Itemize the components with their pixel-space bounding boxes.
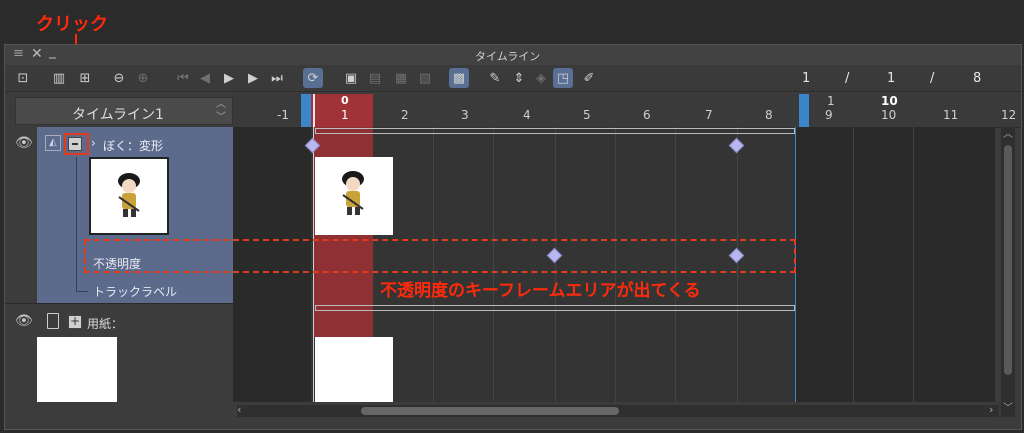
pen-icon[interactable]: ✐ [579,68,599,88]
timeline-toolbar: ⊡ ▥ ⊞ ⊖ ⊕ ⏮ ◀ ▶ ▶ ⏭ ⟳ ▣ ▤ ▦ ▧ ▩ ✎ ⇕ ◈ ◳ … [5,65,1021,92]
light-table-icon[interactable]: ◳ [553,68,573,88]
first-frame-icon[interactable]: ⏮ [173,68,193,88]
current-frame: 1 [802,71,811,86]
start-frame: 1 [887,71,896,86]
expand-button[interactable]: + [68,315,82,329]
keyframe-edit-icon[interactable]: ✎ [485,68,505,88]
vertical-scroll-thumb[interactable] [1004,145,1012,375]
end-frame: 8 [973,71,982,86]
panel-title: タイムライン [475,50,541,63]
paper-track-name: 用紙： [87,317,124,331]
timeline-selector-label: タイムライン1 [72,107,164,123]
last-frame-icon[interactable]: ⏭ [267,68,287,88]
panel-titlebar: ≡ ✕ _ タイムライン [5,43,1021,66]
close-icon[interactable]: ✕ [31,46,43,62]
vertical-scrollbar[interactable]: ︿ ﹀ [1001,127,1015,417]
paper-icon [47,313,59,329]
next-frame-icon[interactable]: ▶ [243,68,263,88]
cel-thumbnail[interactable] [89,157,169,235]
specify-cel-icon[interactable]: ▤ [365,68,385,88]
cel-delete-icon[interactable]: ▦ [391,68,411,88]
end-marker[interactable] [799,94,809,127]
horizontal-scroll-thumb[interactable] [361,407,619,415]
graph-icon[interactable]: ⊡ [13,68,33,88]
keyframe-type-icon[interactable]: ⇕ [509,68,529,88]
paper-frame[interactable] [315,337,393,402]
layer-type-icon: ◭ [45,135,61,151]
stepper-icon[interactable]: ︿ ﹀ [216,98,226,124]
start-marker[interactable] [301,94,311,127]
keyframe-add-icon[interactable]: ◈ [531,68,551,88]
paper-range-bar[interactable] [315,305,795,311]
paper-thumbnail[interactable] [37,337,117,402]
scroll-down-icon[interactable]: ﹀ [1003,399,1013,414]
scroll-up-icon[interactable]: ︿ [1003,125,1013,140]
opacity-row-highlight [84,239,796,273]
horizontal-scrollbar[interactable]: ‹ › [237,403,999,417]
prev-frame-icon[interactable]: ◀ [195,68,215,88]
panel-split-icon[interactable]: ▥ [49,68,69,88]
menu-icon[interactable]: ≡ [13,46,24,61]
eye-icon[interactable]: 👁 [15,135,33,151]
current-frame-marker: 0 [341,94,349,107]
zoom-out-icon[interactable]: ⊖ [109,68,129,88]
annotation-opacity-note: 不透明度のキーフレームエリアが出てくる [380,281,701,301]
character-thumbnail-icon [118,173,140,217]
onion-skin-icon[interactable]: ▩ [449,68,469,88]
new-cel-icon[interactable]: ▣ [341,68,361,88]
scroll-right-icon[interactable]: › [989,403,993,416]
frame-ruler[interactable]: 0 1 10 -1 1 2 3 4 5 6 7 8 9 10 11 12 [233,94,1021,128]
cel-link-icon[interactable]: ▧ [415,68,435,88]
click-highlight [64,133,89,155]
track-label-label: トラックラベル [93,285,178,299]
chevron-right-icon[interactable]: › [91,136,96,150]
annotation-click-label: クリック [36,14,108,35]
minimize-icon[interactable]: _ [49,43,56,59]
zoom-in-icon[interactable]: ⊕ [133,68,153,88]
track-range-bar[interactable] [315,128,795,134]
character-cel-icon [342,171,364,215]
timeline-selector[interactable]: タイムライン1 ︿ ﹀ [15,97,233,125]
tree-line [76,157,77,291]
eye-icon[interactable]: 👁 [15,313,33,329]
play-icon[interactable]: ▶ [219,68,239,88]
scroll-left-icon[interactable]: ‹ [237,403,241,416]
playhead-line [313,94,315,127]
track-name: ぼく：変形 [103,139,164,153]
new-timeline-icon[interactable]: ⊞ [75,68,95,88]
loop-icon[interactable]: ⟳ [303,68,323,88]
timeline-panel: ≡ ✕ _ タイムライン ⊡ ▥ ⊞ ⊖ ⊕ ⏮ ◀ ▶ ▶ ⏭ ⟳ ▣ ▤ ▦… [4,43,1022,430]
cel-frame[interactable] [315,157,393,235]
